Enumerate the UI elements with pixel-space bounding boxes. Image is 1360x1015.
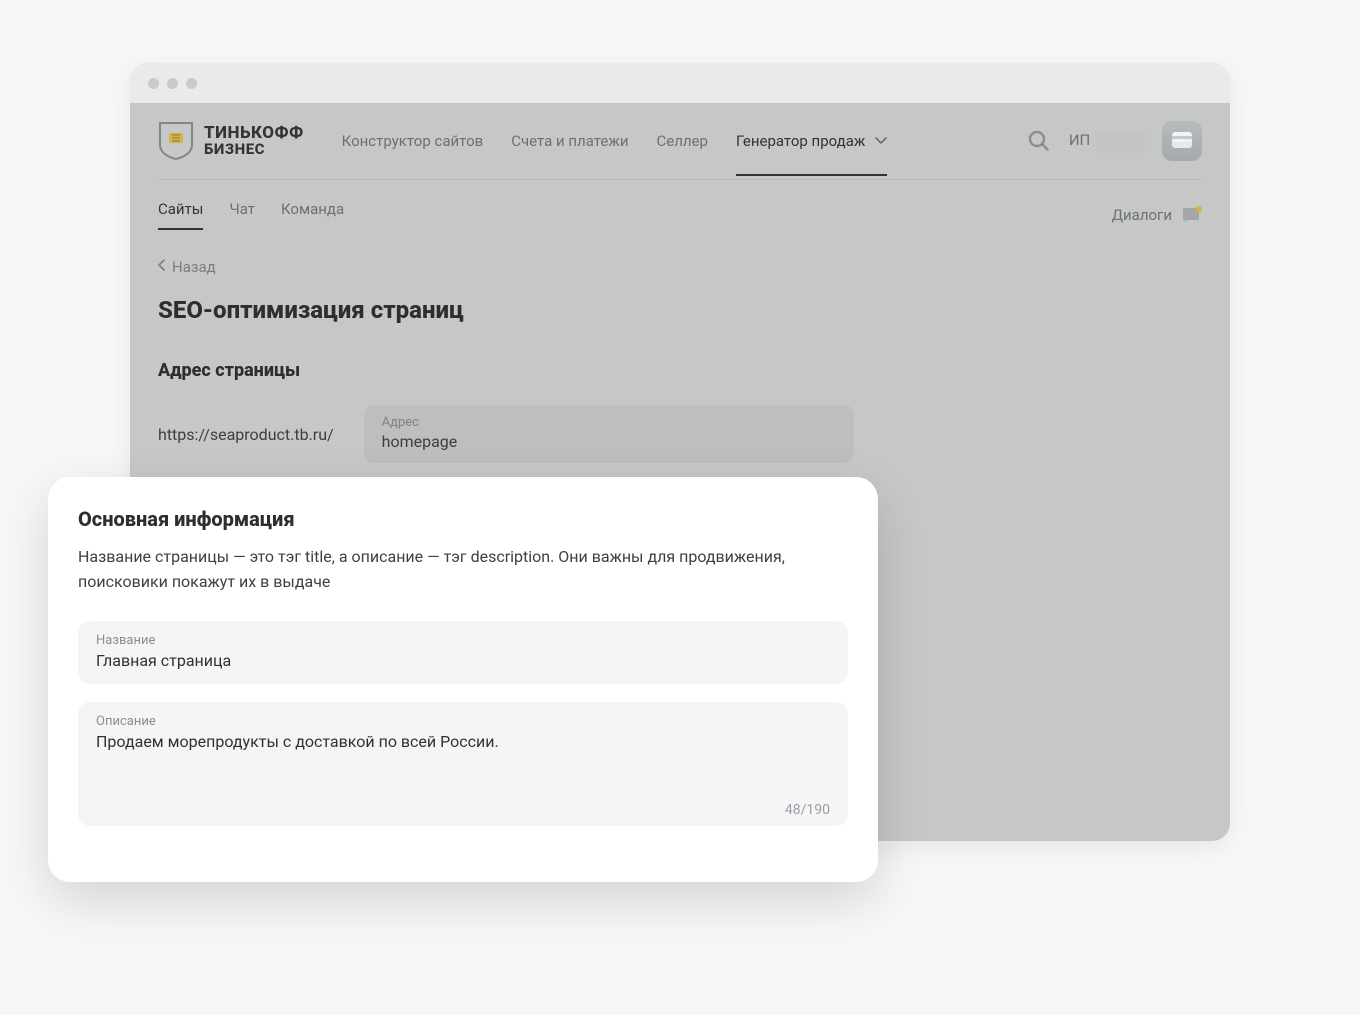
title-field-value: Главная страница [96,651,830,670]
nav-seller[interactable]: Селлер [656,126,707,156]
subnav-sites[interactable]: Сайты [158,200,203,230]
back-label: Назад [172,258,216,276]
brand-line2: БИЗНЕС [204,142,304,157]
header: ТИНЬКОФФ БИЗНЕС Конструктор сайтов Счета… [130,103,1230,161]
overlay-description: Название страницы — это тэг title, а опи… [78,545,798,595]
back-link[interactable]: Назад [158,258,216,276]
user-name-redacted [1096,133,1144,151]
description-char-count: 48/190 [96,796,830,818]
address-field[interactable]: Адрес homepage [364,405,854,463]
nav-accounts[interactable]: Счета и платежи [511,126,628,156]
brand-shield-icon [158,121,194,161]
address-section-title: Адрес страницы [158,360,1202,381]
dialogs-link[interactable]: Диалоги [1112,206,1202,224]
chevron-left-icon [158,259,166,275]
header-right: ИП [1027,121,1202,161]
sub-nav: Сайты Чат Команда Диалоги [130,180,1230,230]
subnav-team[interactable]: Команда [281,200,344,230]
nav-sales-generator[interactable]: Генератор продаж [736,126,887,156]
top-nav: Конструктор сайтов Счета и платежи Селле… [342,126,887,156]
description-field[interactable]: Описание Продаем морепродукты с доставко… [78,702,848,826]
search-icon[interactable] [1027,129,1051,153]
url-prefix: https://seaproduct.tb.ru/ [158,425,334,444]
chevron-down-icon [875,131,887,149]
brand-logo[interactable]: ТИНЬКОФФ БИЗНЕС [158,121,304,161]
window-titlebar [130,63,1230,103]
overlay-card: Основная информация Название страницы — … [48,477,878,882]
url-row: https://seaproduct.tb.ru/ Адрес homepage [158,405,1202,463]
description-field-label: Описание [96,714,830,729]
user-prefix: ИП [1069,131,1090,149]
window-close-dot[interactable] [148,78,159,89]
window-maximize-dot[interactable] [186,78,197,89]
description-field-value: Продаем морепродукты с доставкой по всей… [96,732,830,796]
subnav-chat[interactable]: Чат [229,200,255,230]
window-minimize-dot[interactable] [167,78,178,89]
page-title: SEO-оптимизация страниц [158,296,1202,324]
nav-sales-generator-label: Генератор продаж [736,132,865,150]
content: Назад SEO-оптимизация страниц Адрес стра… [130,230,1230,489]
nav-constructor[interactable]: Конструктор сайтов [342,126,484,156]
overlay-title: Основная информация [78,507,848,531]
address-field-label: Адрес [382,415,836,430]
dialogs-label: Диалоги [1112,206,1172,224]
title-field[interactable]: Название Главная страница [78,621,848,684]
wallet-card-icon[interactable] [1162,121,1202,161]
user-label[interactable]: ИП [1069,131,1144,150]
address-field-value: homepage [382,432,836,451]
chat-bubble-icon [1182,206,1202,224]
title-field-label: Название [96,633,830,648]
sub-nav-left: Сайты Чат Команда [158,200,344,230]
brand-text: ТИНЬКОФФ БИЗНЕС [204,125,304,157]
